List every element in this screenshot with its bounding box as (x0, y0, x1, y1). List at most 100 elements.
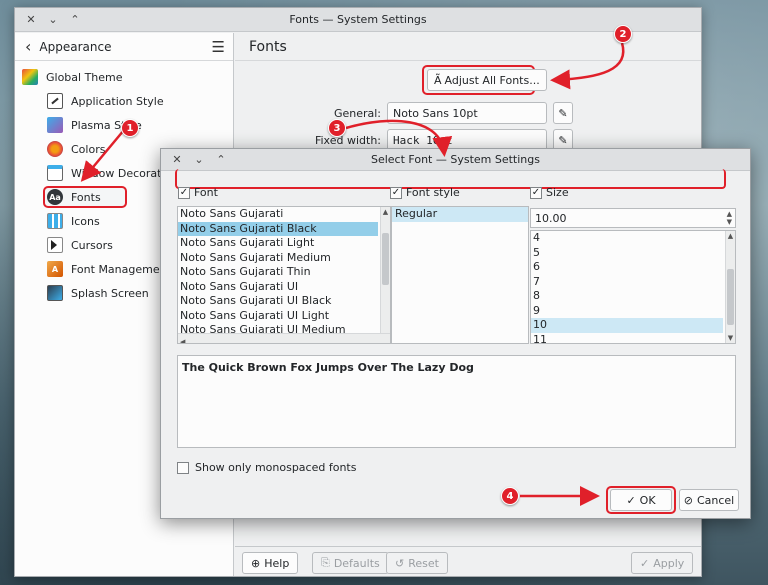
size-list-items: 4 5 6 7 8 9 10 11 (531, 231, 735, 344)
scroll-left-icon[interactable]: ◀ (178, 338, 185, 343)
annotation-badge-1: 1 (121, 119, 139, 137)
window-title: Fonts — System Settings (289, 13, 427, 26)
font-style-list[interactable]: Regular (391, 206, 529, 344)
font-style-column-header[interactable]: ✓ Font style (390, 186, 460, 199)
cancel-icon: ⊘ (683, 493, 693, 507)
sidebar-item-label: Splash Screen (71, 286, 149, 300)
cancel-button[interactable]: ⊘ Cancel (679, 489, 739, 511)
back-arrow-icon[interactable]: ‹ (25, 37, 31, 56)
splash-screen-icon (47, 285, 63, 301)
general-font-label: General: (333, 106, 381, 120)
cursors-icon (47, 237, 63, 253)
size-list-scrollbar[interactable]: ▲ ▼ (725, 231, 735, 343)
font-column-header[interactable]: ✓ Font (178, 186, 218, 199)
size-column-header[interactable]: ✓ Size (530, 186, 569, 199)
annotation-badge-2: 2 (614, 25, 632, 43)
list-item[interactable]: Noto Sans Gujarati UI (178, 280, 378, 295)
list-item[interactable]: Noto Sans Gujarati UI Black (178, 294, 378, 309)
font-adjust-icon: A͂ (434, 73, 442, 87)
list-item[interactable]: 6 (531, 260, 723, 275)
sidebar-item-global-theme[interactable]: Global Theme (15, 65, 233, 89)
sidebar-back-label[interactable]: Appearance (39, 40, 211, 54)
list-item-selected[interactable]: Noto Sans Gujarati Black (178, 221, 378, 236)
list-item[interactable]: 7 (531, 275, 723, 290)
plasma-style-icon (47, 117, 63, 133)
font-preview[interactable]: The Quick Brown Fox Jumps Over The Lazy … (177, 355, 736, 448)
defaults-button[interactable]: ⎘ Defaults (312, 552, 389, 574)
close-icon[interactable]: ✕ (169, 152, 185, 168)
list-item[interactable]: 4 (531, 231, 723, 246)
scroll-up-icon[interactable]: ▲ (726, 231, 735, 241)
list-item[interactable]: 8 (531, 289, 723, 304)
annotation-badge-4: 4 (501, 487, 519, 505)
list-item[interactable]: 5 (531, 246, 723, 261)
help-icon: ⊕ (251, 556, 261, 570)
fonts-icon: Aa (47, 189, 63, 205)
apply-button[interactable]: ✓ Apply (631, 552, 694, 574)
sidebar-item-label: Global Theme (46, 70, 123, 84)
sidebar-item-label: Fonts (71, 190, 101, 204)
application-style-icon (47, 93, 63, 109)
maximize-icon[interactable]: ⌃ (213, 152, 229, 168)
sidebar-item-label: Colors (71, 142, 106, 156)
general-font-value: Noto Sans 10pt (387, 102, 547, 124)
check-icon: ✓ (626, 493, 636, 507)
reset-icon: ↺ (395, 556, 405, 570)
size-list[interactable]: 4 5 6 7 8 9 10 11 ▲ ▼ (530, 230, 736, 344)
font-list-hscrollbar[interactable]: ◀ (178, 333, 390, 343)
dialog-titlebar: ✕ ⌄ ⌃ Select Font — System Settings (161, 149, 750, 171)
size-checkbox[interactable]: ✓ (530, 186, 542, 199)
font-checkbox[interactable]: ✓ (178, 186, 190, 199)
font-list-scrollbar[interactable]: ▲ (380, 207, 390, 333)
list-item-selected[interactable]: 10 (531, 318, 723, 333)
close-icon[interactable]: ✕ (23, 12, 39, 28)
list-item[interactable]: 9 (531, 304, 723, 319)
dialog-title: Select Font — System Settings (370, 153, 540, 166)
window-titlebar: ✕ ⌄ ⌃ Fonts — System Settings (15, 8, 701, 32)
hamburger-menu-icon[interactable]: ☰ (212, 38, 225, 56)
ok-button[interactable]: ✓ OK (610, 489, 672, 511)
icons-icon (47, 213, 63, 229)
global-theme-icon (22, 69, 38, 85)
scrollbar-thumb[interactable] (727, 269, 734, 325)
font-list-items: Noto Sans Gujarati Noto Sans Gujarati Bl… (178, 207, 390, 338)
scroll-up-icon[interactable]: ▲ (381, 207, 390, 217)
list-item[interactable]: Noto Sans Gujarati (178, 207, 378, 222)
list-item[interactable]: Noto Sans Gujarati UI Light (178, 309, 378, 324)
annotation-badge-3: 3 (328, 119, 346, 137)
edit-pen-icon[interactable]: ✎ (553, 102, 573, 124)
list-item[interactable]: Noto Sans Gujarati Thin (178, 265, 378, 280)
maximize-icon[interactable]: ⌃ (67, 12, 83, 28)
font-list[interactable]: Noto Sans Gujarati Noto Sans Gujarati Bl… (177, 206, 391, 344)
reset-button[interactable]: ↺ Reset (386, 552, 448, 574)
fonts-highlight: Aa Fonts (43, 186, 127, 208)
window-decorations-icon (47, 165, 63, 181)
list-item[interactable]: 11 (531, 333, 723, 344)
sidebar-header: ‹ Appearance ☰ (15, 33, 233, 61)
list-item[interactable]: Noto Sans Gujarati Medium (178, 251, 378, 266)
sidebar-item-label: Application Style (71, 94, 164, 108)
scrollbar-thumb[interactable] (382, 233, 389, 285)
size-spin-icon[interactable]: ▲ ▼ (727, 210, 732, 226)
font-management-icon: A (47, 261, 63, 277)
colors-icon (47, 141, 63, 157)
minimize-icon[interactable]: ⌄ (45, 12, 61, 28)
size-input[interactable]: 10.00 ▲ ▼ (530, 208, 736, 228)
select-font-dialog: ✕ ⌄ ⌃ Select Font — System Settings ✓ Fo… (160, 148, 751, 519)
monospaced-checkbox[interactable] (177, 461, 189, 474)
list-item-selected[interactable]: Regular (392, 207, 528, 222)
sidebar-item-label: Icons (71, 214, 100, 228)
monospaced-checkbox-row[interactable]: Show only monospaced fonts (177, 461, 356, 474)
scroll-down-icon[interactable]: ▼ (726, 333, 735, 343)
adjust-all-fonts-button[interactable]: A͂ Adjust All Fonts... (427, 69, 547, 91)
sidebar-item-label: Font Management (71, 262, 171, 276)
monospaced-checkbox-label: Show only monospaced fonts (195, 461, 357, 474)
font-style-checkbox[interactable]: ✓ (390, 186, 402, 199)
bottom-button-bar: ⊕ Help ⎘ Defaults ↺ Reset ✓ Apply (235, 546, 701, 576)
defaults-icon: ⎘ (321, 556, 330, 569)
help-button[interactable]: ⊕ Help (242, 552, 299, 574)
sidebar-item-application-style[interactable]: Application Style (15, 89, 233, 113)
list-item[interactable]: Noto Sans Gujarati Light (178, 236, 378, 251)
minimize-icon[interactable]: ⌄ (191, 152, 207, 168)
sidebar-item-label: Cursors (71, 238, 113, 252)
